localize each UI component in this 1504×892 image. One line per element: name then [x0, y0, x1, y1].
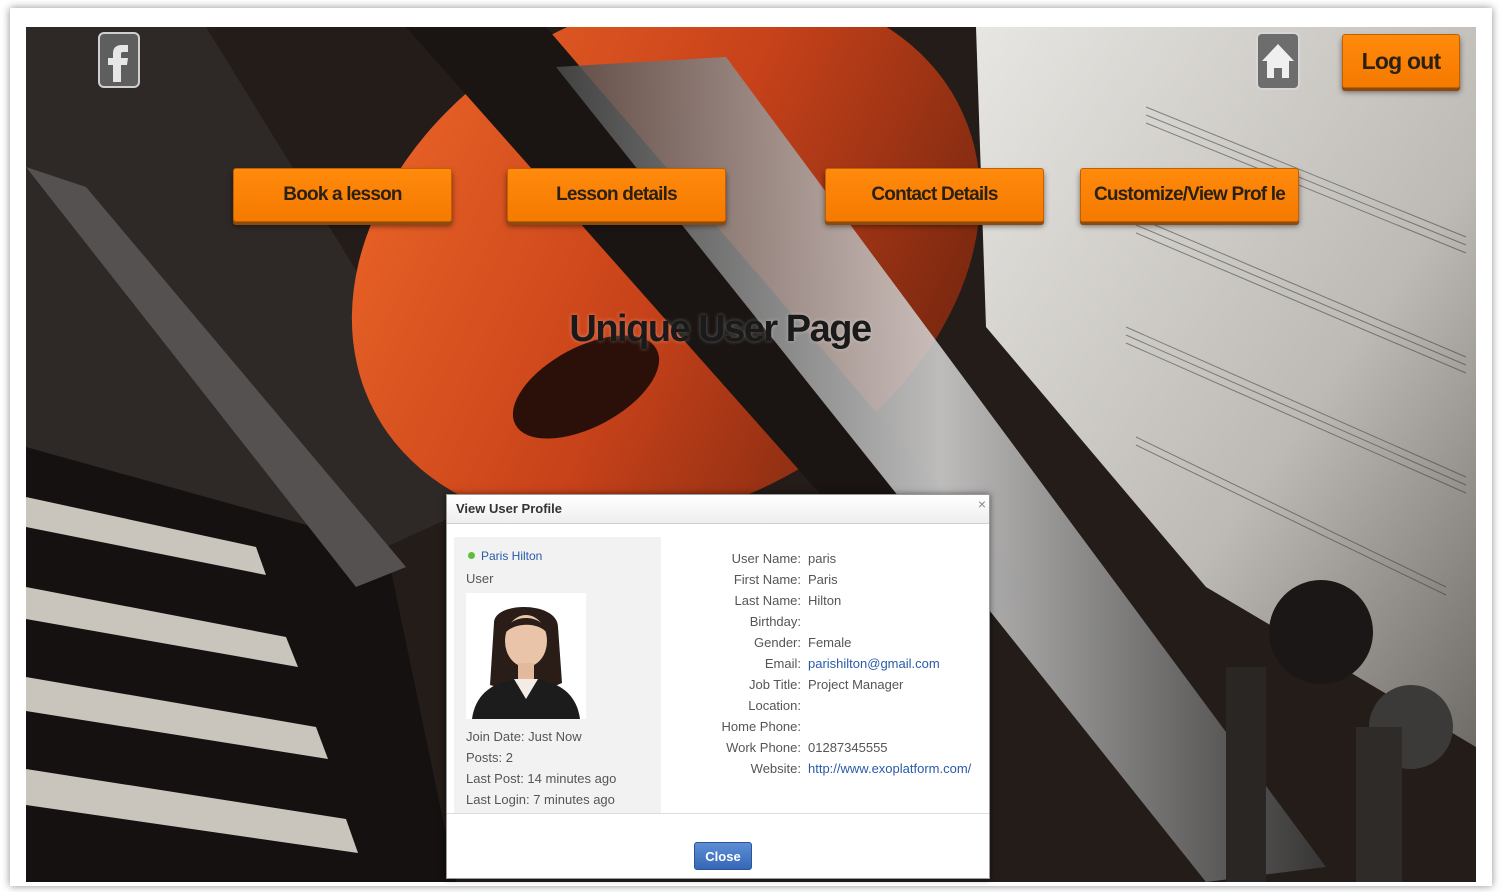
- nav-contact-details-button[interactable]: Contact Details: [825, 168, 1044, 222]
- website-label: Website:: [750, 761, 801, 776]
- user-name-label: User Name:: [731, 551, 801, 566]
- job-title-label: Job Title:: [748, 677, 801, 692]
- first-name-value: Paris: [808, 572, 838, 587]
- avatar: [466, 593, 586, 719]
- posts-count: Posts: 2: [466, 750, 513, 765]
- job-title-value: Project Manager: [808, 677, 904, 692]
- last-name-value: Hilton: [808, 593, 842, 608]
- nav-customize-profile-button[interactable]: Customize/View Prof le: [1080, 168, 1299, 222]
- email-label: Email:: [764, 656, 801, 671]
- page-title: Unique User Page: [569, 308, 872, 350]
- profile-summary-panel: Paris Hilton User Join Date: Just Now Po…: [454, 537, 661, 813]
- facebook-icon[interactable]: [98, 32, 140, 88]
- email-link[interactable]: parishilton@gmail.com: [808, 656, 940, 671]
- last-name-label: Last Name:: [734, 593, 801, 608]
- dialog-title: View User Profile: [456, 501, 562, 516]
- dialog-footer-divider: [447, 813, 989, 814]
- logout-button[interactable]: Log out: [1342, 34, 1460, 88]
- join-date: Join Date: Just Now: [466, 729, 582, 744]
- gender-label: Gender:: [754, 635, 801, 650]
- location-label: Location:: [748, 698, 801, 713]
- home-phone-label: Home Phone:: [721, 719, 802, 734]
- profile-role: User: [466, 571, 494, 586]
- work-phone-value: 01287345555: [808, 740, 888, 755]
- last-post: Last Post: 14 minutes ago: [466, 771, 617, 786]
- view-user-profile-dialog: View User Profile × Paris Hilton User Jo…: [446, 494, 990, 879]
- nav-book-lesson-button[interactable]: Book a lesson: [233, 168, 452, 222]
- online-status-icon: [468, 552, 475, 559]
- dialog-header: View User Profile ×: [447, 495, 989, 524]
- home-icon[interactable]: [1256, 32, 1300, 90]
- profile-name-link[interactable]: Paris Hilton: [481, 549, 542, 563]
- first-name-label: First Name:: [733, 572, 801, 587]
- birthday-label: Birthday:: [749, 614, 801, 629]
- website-link[interactable]: http://www.exoplatform.com/: [808, 761, 971, 776]
- nav-lesson-details-button[interactable]: Lesson details: [507, 168, 726, 222]
- user-name-value: paris: [808, 551, 837, 566]
- close-icon[interactable]: ×: [978, 496, 986, 512]
- last-login: Last Login: 7 minutes ago: [466, 792, 615, 807]
- close-button[interactable]: Close: [694, 842, 752, 870]
- work-phone-label: Work Phone:: [726, 740, 801, 755]
- gender-value: Female: [808, 635, 852, 650]
